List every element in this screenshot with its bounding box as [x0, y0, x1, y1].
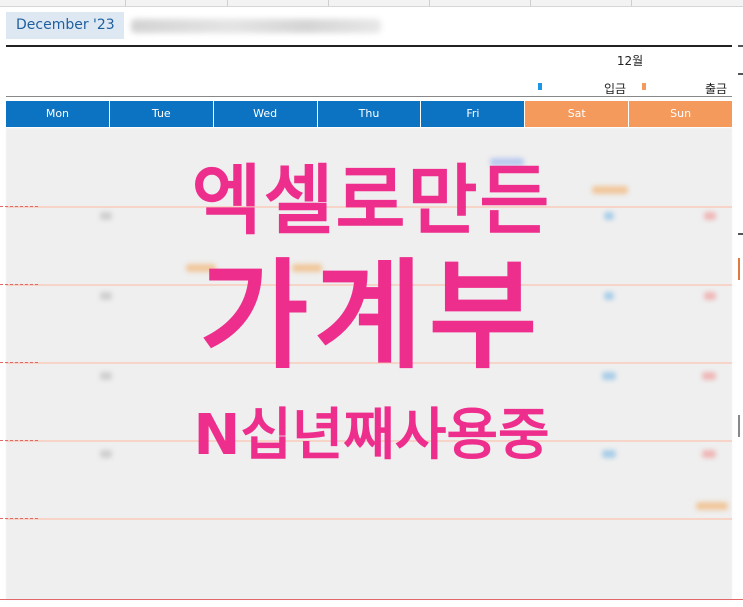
deposit-legend-label: 입금 — [604, 82, 627, 96]
weekday-sat: Sat — [525, 101, 629, 127]
blurred-cell-amount — [696, 502, 728, 510]
weekday-thu: Thu — [317, 101, 421, 127]
bottom-border — [0, 599, 743, 600]
weekday-mon: Mon — [6, 101, 109, 127]
weekday-sun: Sun — [629, 101, 733, 127]
month-label: 12월 — [616, 54, 644, 68]
month-tab[interactable]: December '23 — [6, 12, 124, 39]
withdrawal-legend-label: 출금 — [705, 82, 728, 96]
row-dash-marker — [0, 518, 38, 519]
overlay-title-line3: N십년째사용중 — [193, 403, 550, 468]
overlay-title-line1: 엑셀로만든 — [191, 156, 552, 245]
edge-mark — [738, 73, 743, 75]
weekday-tue: Tue — [109, 101, 213, 127]
weekday-wed: Wed — [213, 101, 317, 127]
top-divider — [6, 45, 732, 47]
weekday-fri: Fri — [421, 101, 525, 127]
spreadsheet-column-strip — [0, 0, 743, 7]
legend-divider — [6, 96, 732, 97]
withdrawal-legend-swatch — [642, 83, 646, 90]
edge-mark — [738, 45, 743, 47]
deposit-legend-swatch — [538, 83, 542, 90]
week-separator — [6, 518, 732, 520]
overlay-title-line2: 가계부 — [199, 247, 544, 385]
weekday-header-row: Mon Tue Wed Thu Fri Sat Sun — [6, 101, 733, 127]
blurred-subtitle — [131, 19, 381, 33]
